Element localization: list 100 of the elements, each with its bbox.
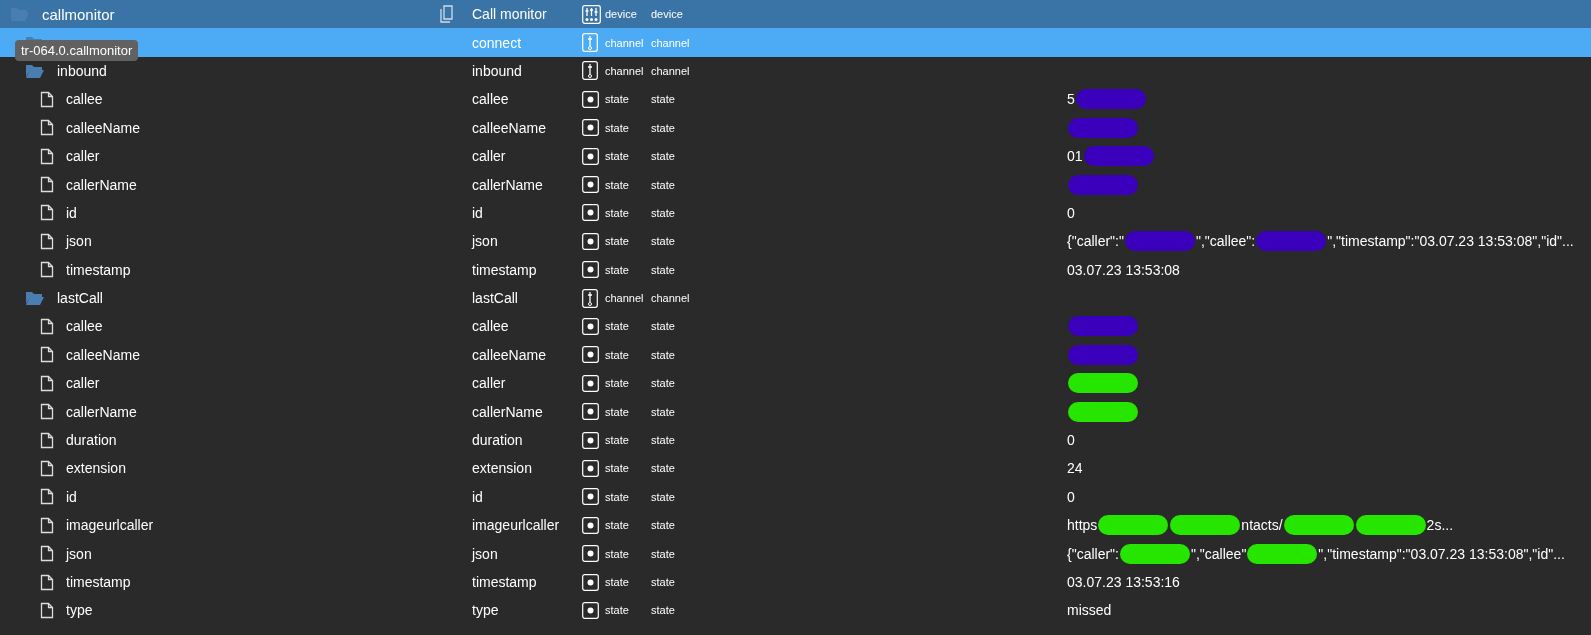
role-label: state: [651, 576, 675, 588]
object-id: lastCall: [57, 290, 103, 307]
file-icon: [40, 573, 54, 591]
object-name: Call monitor: [472, 6, 547, 23]
type-label: state: [605, 490, 629, 503]
tooltip: tr-064.0.callmonitor: [15, 40, 139, 61]
object-id: calleeName: [66, 346, 140, 363]
role-label: state: [651, 178, 675, 191]
value-text: 03.07.23 13:53:08: [1067, 261, 1180, 278]
file-icon: [40, 204, 54, 222]
object-name: type: [472, 602, 499, 619]
value-text: ","callee":: [1195, 233, 1256, 250]
object-name: timestamp: [472, 261, 537, 278]
object-name: json: [472, 545, 498, 562]
type-label: state: [605, 576, 629, 588]
value-text: 0: [1067, 204, 1075, 221]
role-label: state: [651, 519, 675, 532]
object-name: extension: [472, 460, 532, 477]
object-id: json: [66, 233, 92, 250]
state-icon: [582, 403, 599, 421]
state-icon: [582, 176, 599, 194]
object-id: caller: [66, 375, 100, 392]
object-name: timestamp: [472, 574, 537, 590]
type-label: state: [605, 150, 629, 163]
role-label: state: [651, 348, 675, 361]
type-label: state: [605, 178, 629, 191]
object-name: callee: [472, 91, 509, 108]
role-label: channel: [651, 36, 690, 49]
sliders-icon: [582, 4, 601, 24]
object-id: callerName: [66, 176, 137, 193]
role-label: state: [651, 320, 675, 333]
type-label: state: [605, 121, 629, 134]
type-label: state: [605, 434, 629, 447]
role-label: state: [651, 235, 675, 248]
file-icon: [40, 176, 54, 194]
value-text: ","callee": [1190, 545, 1247, 562]
object-name: connect: [472, 34, 522, 51]
value-text: {"caller":: [1067, 545, 1119, 562]
role-label: state: [651, 462, 675, 475]
object-name: id: [472, 204, 483, 221]
value-text: 0: [1067, 488, 1075, 505]
state-icon: [582, 573, 599, 591]
file-icon: [40, 516, 54, 534]
role-label: channel: [651, 292, 690, 305]
value-text: 24: [1067, 460, 1083, 477]
state-icon: [582, 545, 599, 563]
channel-icon: [582, 33, 598, 53]
type-label: channel: [605, 292, 644, 305]
object-id: duration: [66, 432, 117, 449]
type-label: state: [605, 519, 629, 532]
file-icon: [40, 459, 54, 477]
object-name: calleeName: [472, 346, 546, 363]
object-name: json: [472, 233, 498, 250]
file-icon: [40, 488, 54, 506]
type-label: state: [605, 320, 629, 333]
state-icon: [582, 119, 599, 137]
object-id: callmonitor: [42, 5, 115, 23]
state-icon: [582, 346, 599, 364]
value-text: https: [1067, 517, 1098, 534]
value-text: 5: [1067, 91, 1075, 108]
file-icon: [40, 147, 54, 165]
tree-row[interactable]: callmonitor Call monitor device device: [0, 0, 1591, 29]
object-id: id: [66, 488, 77, 505]
state-icon: [582, 374, 599, 392]
value-text: missed: [1067, 602, 1112, 619]
file-icon: [40, 346, 54, 364]
copy-icon[interactable]: [440, 5, 456, 24]
file-icon: [40, 601, 54, 619]
state-icon: [582, 261, 599, 279]
object-name: inbound: [472, 62, 522, 79]
state-icon: [582, 204, 599, 222]
value-text: {"caller":": [1067, 233, 1124, 250]
value-text: ntacts/: [1241, 517, 1283, 534]
type-label: state: [605, 348, 629, 361]
type-label: state: [605, 604, 629, 617]
role-label: state: [651, 206, 675, 219]
state-icon: [582, 318, 599, 335]
object-name: callee: [472, 318, 509, 335]
object-id: callee: [66, 91, 103, 108]
role-label: state: [651, 121, 675, 134]
file-icon: [40, 90, 54, 108]
state-icon: [582, 488, 599, 506]
type-label: state: [605, 263, 629, 276]
file-icon: [40, 318, 54, 335]
object-name: calleeName: [472, 119, 546, 136]
role-label: state: [651, 150, 675, 163]
object-id: json: [66, 545, 92, 562]
type-label: device: [605, 8, 637, 21]
state-icon: [582, 232, 599, 250]
type-label: state: [605, 93, 629, 106]
role-label: state: [651, 490, 675, 503]
type-label: channel: [605, 36, 644, 49]
state-icon: [582, 431, 599, 449]
role-label: device: [651, 8, 683, 21]
file-icon: [40, 119, 54, 137]
object-id: caller: [66, 148, 100, 165]
role-label: state: [651, 377, 675, 390]
file-icon: [40, 431, 54, 449]
type-label: state: [605, 405, 629, 418]
value-text: 01: [1067, 148, 1083, 165]
